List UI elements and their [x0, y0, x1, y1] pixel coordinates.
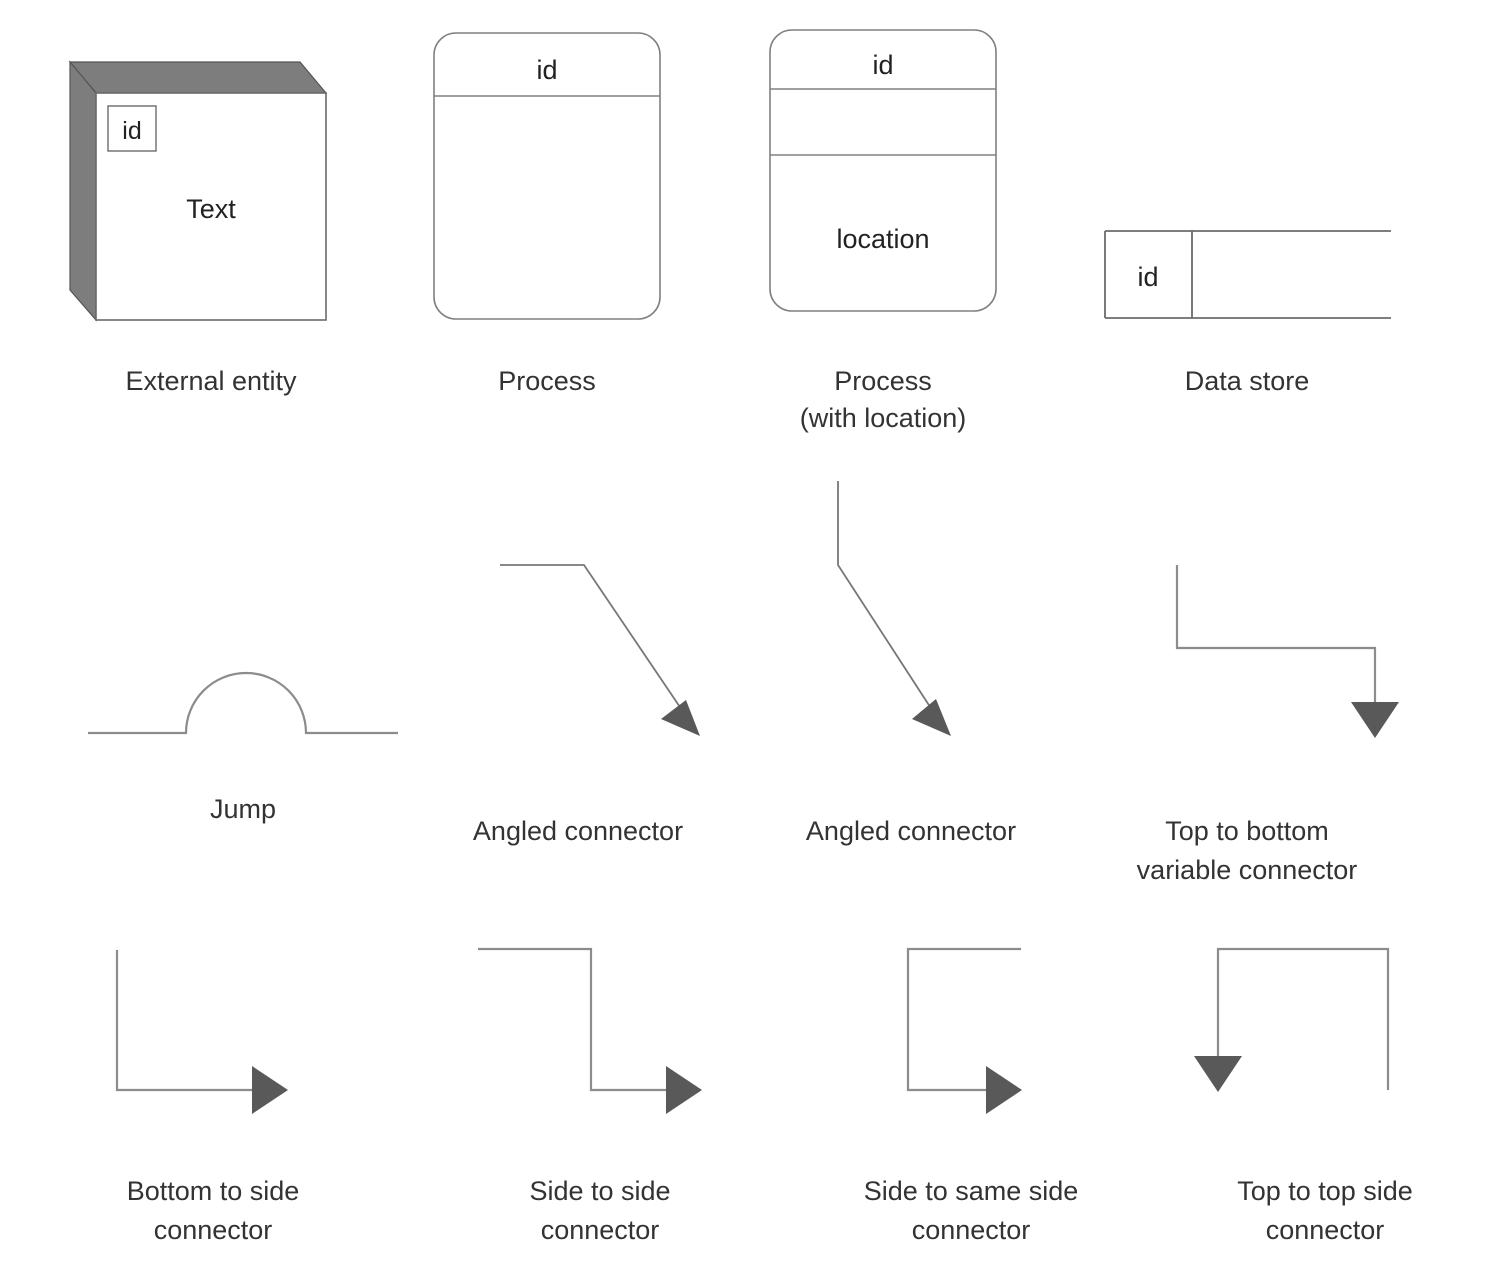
data-store-label: Data store [1185, 366, 1310, 396]
external-entity-label: External entity [125, 366, 297, 396]
shape-top-to-bottom-variable-connector[interactable]: Top to bottom variable connector [1137, 565, 1399, 885]
bottom-to-side-connector-label-line2: connector [154, 1215, 273, 1245]
external-entity-body-text: Text [186, 194, 236, 224]
jump-path [88, 671, 398, 735]
external-entity-id-text: id [122, 117, 141, 145]
shape-top-to-top-side-connector[interactable]: Top to top side connector [1194, 947, 1413, 1245]
shape-bottom-to-side-connector[interactable]: Bottom to side connector [115, 950, 300, 1245]
side-to-side-connector-arrowhead [666, 1066, 702, 1114]
top-to-top-side-connector-arrowhead [1194, 1056, 1242, 1092]
process-with-location-label-line2: (with location) [800, 403, 967, 433]
bottom-to-side-connector-path [115, 950, 257, 1092]
side-to-same-side-connector-label-line1: Side to same side [864, 1176, 1079, 1206]
side-to-same-side-connector-label-line2: connector [912, 1215, 1031, 1245]
jump-label: Jump [210, 794, 276, 824]
shape-external-entity[interactable]: id Text External entity [68, 60, 328, 396]
process-with-location-id-text: id [872, 50, 893, 80]
process-id-text: id [536, 55, 557, 85]
external-entity-side-face [69, 60, 97, 322]
shape-data-store[interactable]: id Data store [1104, 230, 1391, 396]
angled-connector-2-label: Angled connector [806, 816, 1016, 846]
angled-connector-2-path [837, 481, 937, 717]
bottom-to-side-connector-label-line1: Bottom to side [127, 1176, 300, 1206]
top-to-top-side-connector-label-line2: connector [1266, 1215, 1385, 1245]
shape-side-to-side-connector[interactable]: Side to side connector [478, 947, 702, 1245]
top-to-bottom-variable-connector-label-line1: Top to bottom [1165, 816, 1329, 846]
process-with-location-location-text: location [836, 224, 929, 254]
side-to-side-connector-label-line1: Side to side [529, 1176, 670, 1206]
process-label: Process [498, 366, 596, 396]
external-entity-top-face [68, 61, 328, 94]
shape-angled-connector-2[interactable]: Angled connector [806, 481, 1016, 846]
side-to-same-side-connector-path [906, 947, 1021, 1092]
process-with-location-label-line1: Process [834, 366, 932, 396]
top-to-bottom-variable-connector-path [1175, 565, 1377, 707]
top-to-bottom-variable-connector-arrowhead [1351, 702, 1399, 738]
angled-connector-1-arrowhead [661, 700, 700, 736]
data-store-id-text: id [1137, 262, 1158, 292]
shape-side-to-same-side-connector[interactable]: Side to same side connector [864, 947, 1079, 1245]
bottom-to-side-connector-arrowhead [252, 1066, 288, 1114]
angled-connector-1-label: Angled connector [473, 816, 683, 846]
angled-connector-2-arrowhead [912, 699, 951, 736]
shape-stencil-canvas: id Text External entity id Process id lo… [68, 29, 1413, 1245]
side-to-same-side-connector-arrowhead [986, 1066, 1022, 1114]
top-to-top-side-connector-label-line1: Top to top side [1237, 1176, 1413, 1206]
shape-process[interactable]: id Process [433, 32, 661, 396]
shape-angled-connector-1[interactable]: Angled connector [473, 564, 700, 846]
shape-process-with-location[interactable]: id location Process (with location) [769, 29, 997, 433]
side-to-side-connector-path [478, 947, 671, 1092]
top-to-top-side-connector-path [1216, 947, 1390, 1090]
side-to-side-connector-label-line2: connector [541, 1215, 660, 1245]
angled-connector-1-path [500, 564, 687, 717]
shape-jump[interactable]: Jump [88, 671, 398, 824]
top-to-bottom-variable-connector-label-line2: variable connector [1137, 855, 1358, 885]
